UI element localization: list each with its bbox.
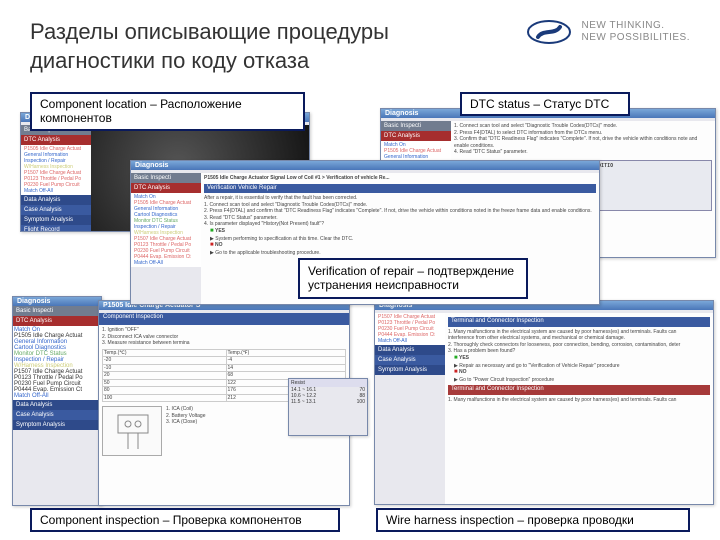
callout-verification: Verification of repair – подтверждение у… bbox=[298, 258, 528, 299]
section-header: Verification Vehicle Repair bbox=[204, 184, 596, 194]
content-title: P1505 Idle Charge Actuator Signal Low of… bbox=[204, 175, 596, 182]
yes-label: YES bbox=[459, 355, 469, 361]
match[interactable]: Match Off-All bbox=[22, 188, 90, 194]
window-wire-harness: Diagnosis P1507 Idle Charge Actuat P0123… bbox=[374, 300, 714, 505]
no-text: ▶ Go to the applicable troubleshooting p… bbox=[210, 250, 596, 257]
section-header: Component Inspection bbox=[99, 313, 349, 325]
window-titlebar: Diagnosis bbox=[13, 297, 101, 306]
callout-wire-harness: Wire harness inspection – проверка прово… bbox=[376, 508, 690, 532]
resist-table: Resist 14.1 ~ 16.170 10.6 ~ 12.288 11.5 … bbox=[288, 378, 368, 436]
tab-dtc-analysis[interactable]: DTC Analysis bbox=[381, 131, 451, 141]
tab-dtc-analysis[interactable]: DTC Analysis bbox=[21, 135, 91, 145]
window-side-stack: Diagnosis Basic Inspecti DTC Analysis Ma… bbox=[12, 296, 102, 506]
tab-case-analysis[interactable]: Case Analysis bbox=[375, 355, 445, 365]
no-label: NO bbox=[215, 242, 223, 248]
tab-data-analysis[interactable]: Data Analysis bbox=[375, 345, 445, 355]
page-title: Разделы описывающие процедуры диагностик… bbox=[30, 18, 510, 75]
connector-diagram-icon bbox=[103, 407, 163, 457]
tab-basic-inspection[interactable]: Basic Inspecti bbox=[13, 306, 101, 316]
match[interactable]: Match Off-All bbox=[14, 393, 100, 399]
yes-label: YES bbox=[215, 228, 225, 234]
callout-component-location: Component location – Расположение компон… bbox=[30, 92, 305, 131]
match[interactable]: Match Off-All bbox=[376, 338, 444, 344]
no-text: ▶ Go to "Power Circuit Inspection" proce… bbox=[454, 377, 710, 384]
pin-label: 3. ICA (Close) bbox=[166, 419, 205, 426]
brand-tagline: NEW THINKING. NEW POSSIBILITIES. bbox=[582, 20, 690, 44]
tab-data-analysis[interactable]: Data Analysis bbox=[21, 195, 91, 205]
no-label: NO bbox=[459, 369, 467, 375]
tab-basic-inspection[interactable]: Basic Inspecti bbox=[131, 173, 201, 183]
tab-basic-inspection[interactable]: Basic Inspecti bbox=[381, 121, 451, 131]
hyundai-logo-icon bbox=[526, 18, 572, 46]
tab-symptom[interactable]: Symptom Analysis bbox=[21, 215, 91, 225]
step: 2. Press F4(DTAL) and confirm that "DTC … bbox=[204, 208, 596, 215]
tab-dtc-analysis[interactable]: DTC Analysis bbox=[13, 316, 101, 326]
tab-case-analysis[interactable]: Case Analysis bbox=[13, 410, 101, 420]
match[interactable]: Match Off-All bbox=[132, 260, 200, 266]
step: 3. Confirm that "DTC Readiness Flag" ind… bbox=[454, 136, 712, 149]
callout-dtc-status: DTC status – Статус DTC bbox=[460, 92, 630, 116]
callout-component-inspection: Component inspection – Проверка компонен… bbox=[30, 508, 340, 532]
tab-data-analysis[interactable]: Data Analysis bbox=[13, 400, 101, 410]
step: 4. Read "DTC Status" parameter. bbox=[454, 149, 712, 156]
tab-case-analysis[interactable]: Case Analysis bbox=[21, 205, 91, 215]
brand-block: NEW THINKING. NEW POSSIBILITIES. bbox=[526, 18, 690, 46]
tab-dtc-analysis[interactable]: DTC Analysis bbox=[131, 183, 201, 193]
section-header: Terminal and Connector Inspection bbox=[448, 317, 710, 327]
section-header: Terminal and Connector Inspection bbox=[448, 385, 710, 395]
body: 1. Many malfunctions in the electrical s… bbox=[448, 397, 710, 404]
window-titlebar: Diagnosis bbox=[131, 161, 599, 170]
tab-symptom[interactable]: Symptom Analysis bbox=[13, 420, 101, 430]
tab-flight[interactable]: Flight Record bbox=[21, 225, 91, 232]
tab-symptom[interactable]: Symptom Analysis bbox=[375, 365, 445, 375]
step: 3. Measure resistance between termina bbox=[102, 340, 346, 347]
